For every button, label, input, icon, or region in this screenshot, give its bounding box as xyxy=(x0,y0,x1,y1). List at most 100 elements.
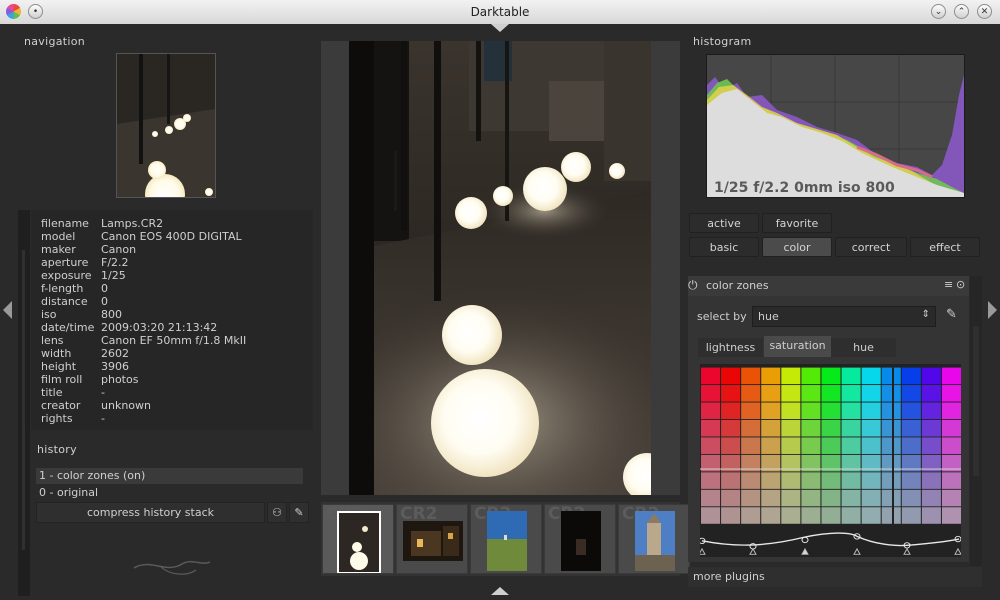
group-favorite-button[interactable]: favorite xyxy=(762,213,832,233)
compress-history-button[interactable]: compress history stack xyxy=(36,502,265,523)
histogram-title: histogram xyxy=(693,35,752,48)
curve-node xyxy=(801,536,809,544)
info-row: iso 800 xyxy=(41,308,122,321)
bottom-panel-toggle-icon[interactable] xyxy=(491,587,509,595)
create-style-from-history-button[interactable]: ⚇ xyxy=(267,502,287,523)
group-effect-button[interactable]: effect xyxy=(910,237,980,257)
group-basic-button[interactable]: basic xyxy=(689,237,759,257)
reset-icon[interactable]: ⊙ xyxy=(956,278,965,291)
left-panel-scrollbar[interactable] xyxy=(18,210,30,596)
info-row: maker Canon xyxy=(41,243,136,256)
main-image[interactable] xyxy=(349,41,651,495)
info-key: lens xyxy=(41,334,64,347)
zone-marker xyxy=(749,547,757,555)
left-panel-toggle-icon[interactable] xyxy=(3,301,12,319)
history-item-original[interactable]: 0 - original xyxy=(36,485,303,501)
info-value: 800 xyxy=(101,308,122,321)
info-row: model Canon EOS 400D DIGITAL xyxy=(41,230,242,243)
right-panel-toggle-icon[interactable] xyxy=(988,301,997,319)
info-row: title - xyxy=(41,386,105,399)
info-row: f-length 0 xyxy=(41,282,108,295)
info-value: - xyxy=(101,386,105,399)
navigation-thumbnail[interactable] xyxy=(116,53,216,214)
info-key: aperture xyxy=(41,256,89,269)
filmstrip-thumb-5[interactable]: CR2 xyxy=(618,504,690,574)
info-row: distance 0 xyxy=(41,295,108,308)
info-value: 1/25 xyxy=(101,269,126,282)
top-panel-toggle-icon[interactable] xyxy=(491,24,509,32)
main-area: navigation filename Lamps.CR2 model Canon E… xyxy=(0,24,1000,600)
filmstrip-thumb-3[interactable]: CR2 xyxy=(470,504,542,574)
info-key: rights xyxy=(41,412,73,425)
filmstrip-thumb-1[interactable]: CR2 xyxy=(322,504,394,574)
tab-hue[interactable]: hue xyxy=(831,338,896,357)
chevron-updown-icon: ⇕ xyxy=(921,309,930,320)
info-key: date/time xyxy=(41,321,95,334)
image-information-panel: filename Lamps.CR2 model Canon EOS 400D DIG… xyxy=(31,210,313,430)
color-zones-graph[interactable] xyxy=(700,364,961,557)
power-icon[interactable]: ⏻ xyxy=(688,278,698,293)
info-key: maker xyxy=(41,243,76,256)
create-style-edit-button[interactable]: ✎ xyxy=(289,502,309,523)
group-color-button[interactable]: color xyxy=(762,237,832,257)
info-row: rights - xyxy=(41,412,105,425)
info-row: film roll photos xyxy=(41,373,138,386)
info-row: filename Lamps.CR2 xyxy=(41,217,163,230)
info-key: creator xyxy=(41,399,81,412)
color-picker-icon[interactable]: ✎ xyxy=(946,307,957,322)
info-value: Canon xyxy=(101,243,137,256)
filmstrip[interactable]: CR2 CR2 CR2 CR2 CR2 xyxy=(321,502,690,576)
group-correct-button[interactable]: correct xyxy=(835,237,907,257)
info-row: aperture F/2.2 xyxy=(41,256,129,269)
close-button[interactable]: ✕ xyxy=(977,4,992,19)
filmstrip-thumb-4[interactable]: CR2 xyxy=(544,504,616,574)
select-by-dropdown[interactable]: hue ⇕ xyxy=(752,306,936,327)
info-key: exposure xyxy=(41,269,92,282)
more-plugins-bar[interactable]: more plugins xyxy=(688,567,982,587)
info-value: Canon EF 50mm f/1.8 MkII xyxy=(101,334,247,347)
info-row: creator unknown xyxy=(41,399,151,412)
select-by-value: hue xyxy=(758,310,779,323)
color-zones-title: color zones xyxy=(706,279,769,292)
info-row: exposure 1/25 xyxy=(41,269,126,282)
presets-menu-icon[interactable]: ≡ xyxy=(944,278,953,291)
info-value: 0 xyxy=(101,295,108,308)
info-value: unknown xyxy=(101,399,151,412)
info-key: f-length xyxy=(41,282,84,295)
history-item-color-zones[interactable]: 1 - color zones (on) xyxy=(36,468,303,484)
zone-marker xyxy=(954,547,961,555)
info-value: 3906 xyxy=(101,360,129,373)
right-panel-scrollbar[interactable] xyxy=(970,276,982,566)
info-row: height 3906 xyxy=(41,360,129,373)
group-active-button[interactable]: active xyxy=(689,213,759,233)
info-key: distance xyxy=(41,295,88,308)
window-title: Darktable xyxy=(470,5,530,19)
select-by-label: select by xyxy=(697,310,747,323)
info-key: film roll xyxy=(41,373,83,386)
minimize-button[interactable]: ⌄ xyxy=(931,4,946,19)
histogram-graph[interactable]: 1/25 f/2.2 0mm iso 800 xyxy=(706,54,965,198)
history-title: history xyxy=(37,443,77,456)
info-value: 0 xyxy=(101,282,108,295)
navigation-title: navigation xyxy=(24,35,86,48)
tab-saturation[interactable]: saturation xyxy=(764,336,831,357)
info-value: 2009:03:20 21:13:42 xyxy=(101,321,218,334)
info-value: F/2.2 xyxy=(101,256,129,269)
info-value: Canon EOS 400D DIGITAL xyxy=(101,230,242,243)
info-row: width 2602 xyxy=(41,347,129,360)
info-value: Lamps.CR2 xyxy=(101,217,164,230)
color-zones-header[interactable]: ⏻ color zones ≡ ⊙ xyxy=(688,276,969,296)
info-key: iso xyxy=(41,308,57,321)
tab-lightness[interactable]: lightness xyxy=(698,338,763,357)
histogram-exif-info: 1/25 f/2.2 0mm iso 800 xyxy=(714,180,895,196)
maximize-button[interactable]: ⌃ xyxy=(954,4,969,19)
navigation-preview-image xyxy=(117,54,215,214)
info-value: 2602 xyxy=(101,347,129,360)
style-icon: ⚇ xyxy=(272,506,282,519)
history-panel: history 1 - color zones (on) 0 - origina… xyxy=(31,438,313,548)
thumb-lamps xyxy=(337,511,381,573)
thumb-church-tower xyxy=(635,511,675,571)
info-key: height xyxy=(41,360,77,373)
lamps-photo xyxy=(349,41,651,495)
filmstrip-thumb-2[interactable]: CR2 xyxy=(396,504,468,574)
